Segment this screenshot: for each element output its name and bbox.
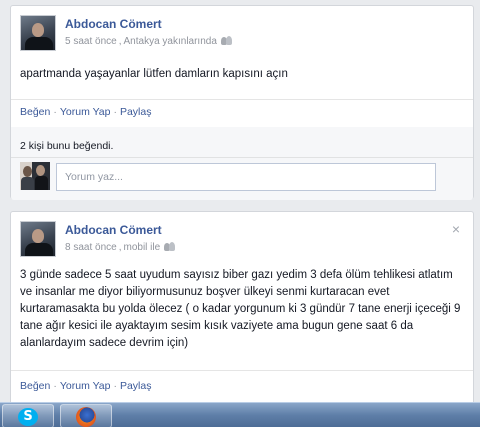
commenter-avatar <box>20 162 50 190</box>
post-header: Abdocan Cömert 8 saat önce, mobil ile × <box>20 221 464 261</box>
skype-icon: S <box>18 408 38 426</box>
likes-count[interactable]: 2 kişi bunu beğendi. <box>20 140 113 152</box>
like-link[interactable]: Beğen <box>20 106 50 118</box>
author-avatar[interactable] <box>20 221 56 257</box>
taskbar-skype-button[interactable]: S <box>2 404 54 427</box>
divider <box>11 99 473 100</box>
feed-post: Abdocan Cömert 8 saat önce, mobil ile × 3… <box>10 211 474 407</box>
post-text: 3 günde sadece 5 saat uyudum sayısız bib… <box>20 269 461 349</box>
post-actions: Beğen · Yorum Yap · Paylaş <box>20 380 152 392</box>
comment-link[interactable]: Yorum Yap <box>60 106 111 118</box>
post-actions: Beğen · Yorum Yap · Paylaş <box>20 106 152 118</box>
post-meta: 5 saat önce, Antakya yakınlarında <box>65 36 232 47</box>
comment-link[interactable]: Yorum Yap <box>60 380 111 392</box>
taskbar: S <box>0 402 480 427</box>
firefox-icon <box>76 407 96 427</box>
feedback-area: 2 kişi bunu beğendi. <box>11 127 473 200</box>
author-name[interactable]: Abdocan Cömert <box>65 223 162 237</box>
share-link[interactable]: Paylaş <box>120 380 152 392</box>
post-time[interactable]: 8 saat önce <box>65 242 117 253</box>
share-link[interactable]: Paylaş <box>120 106 152 118</box>
friends-icon[interactable] <box>164 242 176 251</box>
divider <box>11 370 473 371</box>
post-text: apartmanda yaşayanlar lütfen damların ka… <box>20 68 288 80</box>
feed-post: Abdocan Cömert 5 saat önce, Antakya yakın… <box>10 5 474 200</box>
post-meta: 8 saat önce, mobil ile <box>65 242 176 253</box>
author-avatar[interactable] <box>20 15 56 51</box>
friends-icon[interactable] <box>220 36 232 45</box>
post-location[interactable]: Antakya yakınlarında <box>124 36 217 47</box>
post-time[interactable]: 5 saat önce <box>65 36 117 47</box>
post-source: mobil ile <box>123 242 161 253</box>
comment-input[interactable] <box>56 163 436 191</box>
like-link[interactable]: Beğen <box>20 380 50 392</box>
divider <box>11 157 473 158</box>
taskbar-firefox-button[interactable] <box>60 404 112 427</box>
close-icon[interactable]: × <box>452 221 460 237</box>
author-name[interactable]: Abdocan Cömert <box>65 17 162 31</box>
post-header: Abdocan Cömert 5 saat önce, Antakya yakın… <box>20 15 464 55</box>
